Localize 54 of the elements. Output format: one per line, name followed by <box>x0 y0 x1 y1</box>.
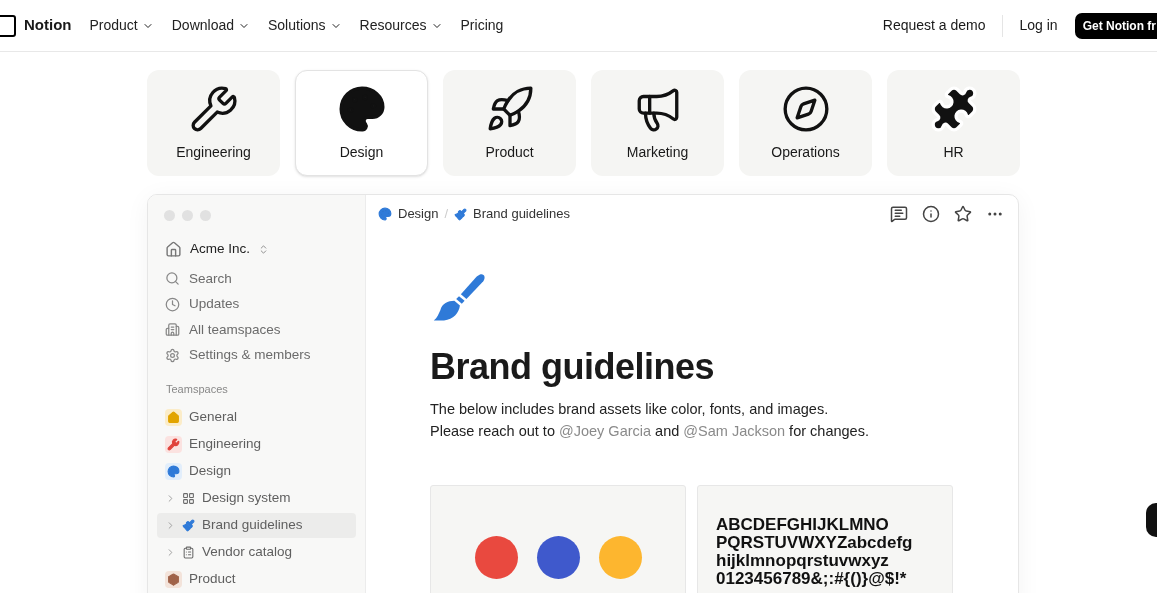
category-tile[interactable]: Engineering <box>147 70 280 176</box>
nav-link[interactable]: Download <box>171 15 250 36</box>
sidebar-item[interactable]: Updates <box>157 291 356 317</box>
category-tile[interactable]: HR <box>887 70 1020 176</box>
get-started-button[interactable]: Get Notion fr <box>1074 12 1157 39</box>
nav-link[interactable]: Product <box>89 15 154 36</box>
category-tile[interactable]: Marketing <box>591 70 724 176</box>
info-icon[interactable] <box>922 205 940 223</box>
clock-icon <box>165 296 180 312</box>
nav-link[interactable]: Pricing <box>460 15 504 36</box>
star-icon[interactable] <box>954 205 972 223</box>
clipboard-icon <box>182 545 195 559</box>
font-specimen: ABCDEFGHIJKLMNO <box>716 516 890 534</box>
sidebar-item[interactable]: Design system <box>157 485 356 511</box>
search-icon <box>165 271 180 287</box>
sidebar-item[interactable]: Vendor catalog <box>157 539 356 565</box>
font-specimen: 0123456789&;:#{()}@$!* <box>716 570 908 588</box>
sidebar-item[interactable]: General <box>157 404 356 430</box>
sidebar-item[interactable]: All teamspaces <box>157 317 356 343</box>
breadcrumb-link[interactable]: Design <box>378 204 439 224</box>
comment-icon[interactable] <box>890 205 908 223</box>
sidebar-item[interactable]: Brand guidelines <box>157 512 356 538</box>
page-title: Brand guidelines <box>430 345 716 389</box>
settings-icon <box>165 347 180 363</box>
brush-icon <box>182 518 195 532</box>
category-tile[interactable]: Operations <box>739 70 872 176</box>
sidebar-item[interactable]: Product <box>157 566 356 592</box>
font-specimen: hijklmnopqrstuvwxyz <box>716 552 890 570</box>
page-description: The below includes brand assets like color, fonts, and images. <box>430 400 830 419</box>
category-tile[interactable]: Product <box>443 70 576 176</box>
nav-link[interactable]: Solutions <box>268 15 342 36</box>
brush-icon <box>454 207 468 221</box>
logo-icon[interactable] <box>0 14 16 37</box>
page-description: Please reach out to @Joey Garcia and @Sam Jackson for changes. <box>430 422 870 441</box>
mention-link[interactable]: @Sam Jackson <box>683 423 786 439</box>
grid-icon <box>182 491 195 505</box>
brand-name[interactable]: Notion <box>24 14 72 37</box>
sidebar-item[interactable]: Search <box>157 266 356 292</box>
category-tile[interactable]: Design <box>295 70 428 176</box>
breadcrumb-separator: / <box>444 205 449 224</box>
building-icon <box>165 322 180 338</box>
sidebar-item[interactable]: Settings & members <box>157 342 356 368</box>
section-heading: Teamspaces <box>166 382 229 397</box>
nav-link[interactable]: Resources <box>359 15 443 36</box>
breadcrumb-link[interactable]: Brand guidelines <box>454 204 570 224</box>
font-specimen: PQRSTUVWXYZabcdefg <box>716 534 914 552</box>
mention-link[interactable]: @Joey Garcia <box>559 423 652 439</box>
workspace-name[interactable]: Acme Inc. <box>190 238 251 260</box>
sidebar-item[interactable]: Design <box>157 458 356 484</box>
sidebar-item[interactable]: Engineering <box>157 431 356 457</box>
login-link[interactable]: Log in <box>1019 15 1058 36</box>
house-icon <box>165 240 182 258</box>
palette-icon <box>378 207 392 221</box>
request-demo-link[interactable]: Request a demo <box>882 15 986 36</box>
